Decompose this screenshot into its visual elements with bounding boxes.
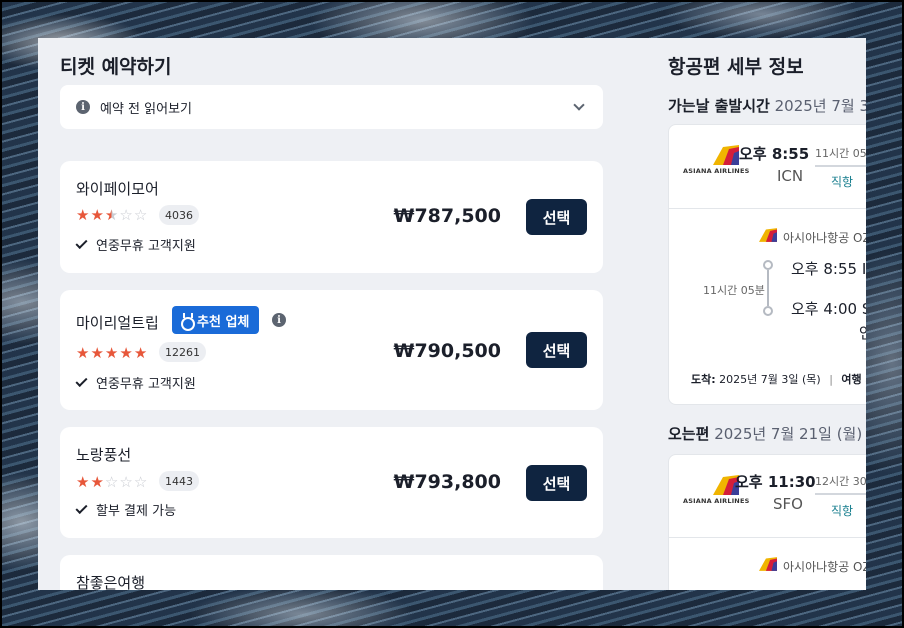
info-icon: i [76,100,90,114]
flight-duration: 11시간 05 [815,147,866,160]
airline-tail-icon [759,557,777,571]
airline-logo-text: ASIANA AIRLINES [683,167,750,175]
return-flight-card[interactable]: ASIANA AIRLINES 오후 11:30 SFO 12시간 30 직항 … [668,454,866,590]
departure-time: 오후 8:55 [739,145,810,163]
chevron-down-icon [573,99,585,111]
agency-name: 노랑풍선 [76,446,132,464]
section-title: 티켓 예약하기 [60,56,172,78]
booking-panel: 티켓 예약하기 i 예약 전 읽어보기 와이페이모어 ★ ★ ★ ☆ ☆ 403… [38,38,866,590]
agency-name: 마이리얼트립 [76,314,159,332]
outbound-date: 2025년 7월 3 [774,97,866,115]
trip-label: 여행 기 [841,373,866,386]
return-heading: 오는편 2025년 7월 21일 (월) [668,423,862,444]
rating-stars: ★ ★ ★ ☆ ☆ [76,207,147,223]
star-empty-icon: ☆ [104,473,119,491]
star-full-icon: ★ [76,344,90,362]
airline-logo-text: ASIANA AIRLINES [683,497,750,505]
agency-card: 참좋은여행 [60,555,603,590]
timeline-line [767,270,769,306]
check-icon [75,236,88,249]
select-button[interactable]: 선택 [526,465,587,501]
outbound-heading: 가는날 출발시간 2025년 7월 3 [668,95,866,116]
outbound-label: 가는날 출발시간 [668,97,770,115]
outbound-flight-card[interactable]: ASIANA AIRLINES 오후 8:55 ICN 11시간 05 직항 아… [668,124,866,405]
departure-airport: SFO [773,495,803,513]
review-count: 1443 [159,471,199,491]
badge-label: 추천 업체 [197,314,250,330]
segment-arrival: 오후 4:00 S [791,300,866,318]
arrival-summary: 도착: 2025년 7월 3일 (목) | 여행 기 [691,371,866,387]
timeline-dot [763,260,773,270]
direct-label: 직항 [831,504,854,518]
divider [669,537,866,538]
direct-label: 직항 [831,175,854,189]
agency-feature: 연중무휴 고객지원 [75,235,196,254]
agency-name: 참좋은여행 [76,574,146,590]
star-full-icon: ★ [119,344,133,362]
star-empty-icon: ☆ [119,473,133,491]
star-empty-icon: ☆ [133,473,148,491]
agency-name: 와이페이모어 [76,180,159,198]
separator: | [829,373,833,386]
segment-duration: 11시간 05분 [703,284,765,297]
star-full-icon: ★ [76,473,90,491]
star-full-icon: ★ [133,344,148,362]
flight-duration: 12시간 30 [815,475,866,488]
star-half-icon: ★ [104,206,119,224]
arrival-date: 2025년 7월 3일 (목) [719,373,821,386]
star-full-icon: ★ [104,344,119,362]
pre-booking-notice[interactable]: i 예약 전 읽어보기 [60,85,603,129]
feature-label: 할부 결제 가능 [96,504,177,519]
star-empty-icon: ☆ [133,206,148,224]
select-button[interactable]: 선택 [526,332,587,368]
segment-arrival-extra: 언 [859,324,866,342]
return-label: 오는편 [668,425,710,443]
agency-card: 노랑풍선 ★ ★ ☆ ☆ ☆ 1443 할부 결제 가능 ₩793,800 선택 [60,427,603,538]
star-full-icon: ★ [76,206,90,224]
agency-card: 와이페이모어 ★ ★ ★ ☆ ☆ 4036 연중무휴 고객지원 ₩787,500… [60,161,603,273]
airline-name: 아시아나항공 OZ [783,231,866,245]
check-icon [75,501,88,514]
departure-time: 오후 11:30 [735,473,816,491]
recommended-badge: 추천 업체 [172,306,260,334]
feature-label: 연중무휴 고객지원 [96,239,196,254]
asiana-logo: ASIANA AIRLINES [683,145,749,177]
route-line [815,493,866,495]
rating-stars: ★ ★ ☆ ☆ ☆ [76,474,147,490]
info-icon[interactable]: i [272,313,286,327]
price: ₩787,500 [393,205,502,227]
agency-feature: 할부 결제 가능 [75,500,177,519]
airline-tail-icon [759,228,777,242]
review-count: 12261 [159,342,206,362]
section-title: 항공편 세부 정보 [668,56,804,78]
feature-label: 연중무휴 고객지원 [96,377,196,392]
star-full-icon: ★ [90,473,104,491]
airline-tail-icon [713,145,739,165]
arrival-label: 도착: [691,373,716,386]
departure-airport: ICN [777,167,804,185]
agency-card: 마이리얼트립 추천 업체 i ★ ★ ★ ★ ★ 12261 연중무휴 고객지원… [60,290,603,410]
segment-departure: 오후 8:55 IC [791,260,866,278]
rating-stars: ★ ★ ★ ★ ★ [76,345,147,361]
airline-name: 아시아나항공 OZ [783,560,866,574]
check-icon [75,374,88,387]
route-line [815,165,866,167]
agency-feature: 연중무휴 고객지원 [75,373,196,392]
medal-icon [180,313,195,331]
price: ₩793,800 [393,471,502,493]
star-empty-icon: ☆ [119,206,133,224]
review-count: 4036 [159,205,199,225]
price: ₩790,500 [393,340,502,362]
star-full-icon: ★ [90,206,104,224]
notice-label: 예약 전 읽어보기 [100,101,192,117]
select-button[interactable]: 선택 [526,199,587,235]
star-full-icon: ★ [90,344,104,362]
return-date: 2025년 7월 21일 (월) [714,425,863,443]
divider [669,208,866,209]
timeline-dot [763,306,773,316]
